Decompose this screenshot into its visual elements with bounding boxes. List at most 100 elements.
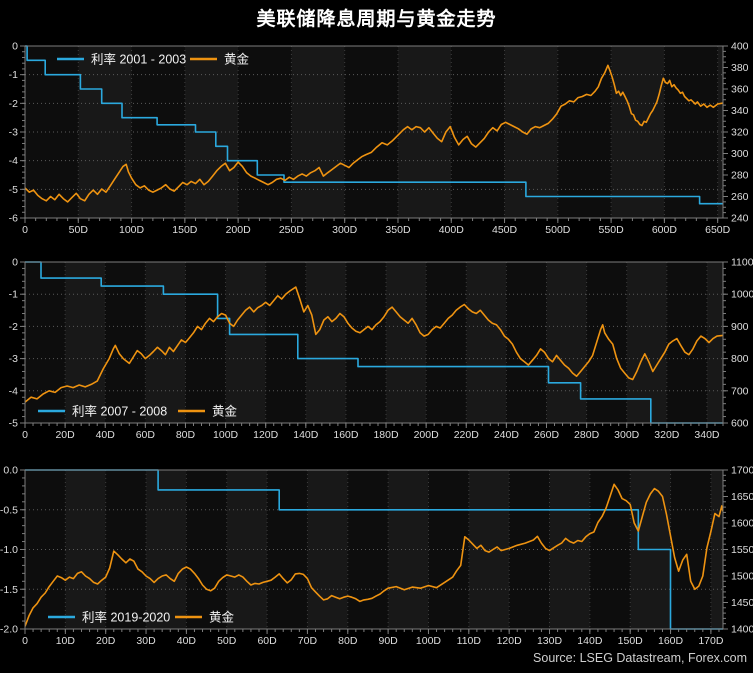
left-tick-label: 0.0 [3,465,18,477]
right-tick-label: 1700 [731,465,753,477]
x-tick-label: 160D [658,635,684,647]
right-tick-label: 1500 [731,571,753,583]
right-tick-label: 280 [731,170,749,182]
x-tick-label: 550D [599,224,625,236]
right-tick-label: 260 [731,191,749,203]
x-tick-label: 250D [279,224,305,236]
left-tick-label: -5 [9,184,18,196]
right-tick-label: 240 [731,213,749,225]
left-tick-label: -4 [9,155,18,167]
rate-legend-label: 利率 2001 - 2003 [91,52,186,67]
right-tick-label: 340 [731,105,749,117]
right-tick-label: 1650 [731,491,753,503]
x-tick-label: 100D [416,635,442,647]
x-tick-label: 170D [698,635,724,647]
x-tick-label: 400D [439,224,465,236]
x-tick-label: 120D [497,635,523,647]
right-tick-label: 380 [731,62,749,74]
right-tick-label: 900 [731,321,749,333]
left-tick-label: -1 [9,289,18,301]
fed-gold-charts: 0 50D 100D 150D 200D 250D 300D 350D 400D 450D 500D… [0,0,753,673]
x-tick-label: 180D [373,429,399,441]
x-tick-label: 0 [22,429,28,441]
rate-legend-label: 利率 2019-2020 [82,610,170,625]
x-tick-label: 0 [22,635,28,647]
right-tick-label: 600 [731,418,749,430]
x-tick-label: 110D [457,635,482,647]
x-tick-label: 300D [332,224,358,236]
right-tick-label: 700 [731,385,749,397]
panel-2019-2020cycle: 0 10D 20D 30D 40D 50D 60D 70D 80D 90D 100D 110D 120D… [0,465,753,648]
x-tick-label: 80D [176,429,196,441]
x-tick-label: 30D [136,635,156,647]
left-tick-label: -6 [9,213,18,225]
rate-legend-label: 利率 2007 - 2008 [72,404,167,419]
left-tick-label: -3 [9,127,18,139]
x-tick-label: 40D [177,635,197,647]
x-tick-label: 90D [378,635,398,647]
panel-2007-2008cycle: 0 20D 40D 60D 80D 100D 120D 140D 160D 180D 200D 220… [9,257,753,442]
gold-legend-label: 黄金 [224,52,250,67]
x-tick-label: 70D [298,635,318,647]
right-tick-label: 1400 [731,624,753,636]
x-tick-label: 50D [217,635,237,647]
gold-legend-label: 黄金 [209,610,235,625]
left-tick-label: -1 [9,69,18,81]
x-tick-label: 300D [614,429,640,441]
right-tick-label: 400 [731,41,749,53]
left-tick-label: -2.0 [0,624,18,636]
left-tick-label: -1.5 [0,584,18,596]
right-tick-label: 300 [731,148,749,160]
left-tick-label: -3 [9,353,18,365]
x-tick-label: 240D [494,429,520,441]
right-tick-label: 1450 [731,597,753,609]
x-tick-label: 80D [338,635,358,647]
right-tick-label: 360 [731,84,749,96]
x-tick-label: 340D [694,429,720,441]
left-tick-label: -5 [9,418,18,430]
left-tick-label: 0 [12,257,18,269]
x-tick-label: 350D [385,224,411,236]
panel-2001-2003cycle: 0 50D 100D 150D 200D 250D 300D 350D 400D 450D 500D… [9,41,749,237]
x-tick-label: 450D [492,224,518,236]
x-tick-label: 200D [414,429,440,441]
x-tick-label: 500D [545,224,571,236]
x-tick-label: 60D [257,635,277,647]
left-tick-label: -2 [9,98,18,110]
right-tick-label: 1550 [731,544,753,556]
x-tick-label: 320D [654,429,680,441]
left-tick-label: 0 [12,41,18,53]
left-tick-label: -4 [9,385,18,397]
x-tick-label: 20D [55,429,75,441]
left-tick-label: -1.0 [0,544,18,556]
x-tick-label: 50D [69,224,89,236]
x-tick-label: 600D [652,224,678,236]
x-tick-label: 140D [577,635,603,647]
x-tick-label: 260D [534,429,560,441]
x-tick-label: 40D [96,429,116,441]
right-tick-label: 1100 [731,257,753,269]
right-tick-label: 1600 [731,518,753,530]
left-tick-label: -0.5 [0,504,18,516]
x-tick-label: 130D [537,635,563,647]
right-tick-label: 1000 [731,289,753,301]
x-tick-label: 100D [213,429,239,441]
x-tick-label: 150D [172,224,198,236]
x-tick-label: 160D [333,429,359,441]
right-tick-label: 800 [731,353,749,365]
x-tick-label: 150D [618,635,644,647]
x-tick-label: 20D [96,635,116,647]
x-tick-label: 100D [119,224,145,236]
x-tick-label: 140D [293,429,319,441]
x-tick-label: 0 [22,224,28,236]
x-tick-label: 120D [253,429,279,441]
x-tick-label: 60D [136,429,156,441]
x-tick-label: 220D [454,429,480,441]
x-tick-label: 280D [574,429,600,441]
chart-page: 美联储降息周期与黄金走势 050D100D150D200D250D300D350… [0,0,753,673]
x-tick-label: 650D [705,224,731,236]
x-tick-label: 10D [56,635,76,647]
right-tick-label: 320 [731,127,749,139]
gold-legend-label: 黄金 [212,404,238,419]
x-tick-label: 200D [226,224,252,236]
